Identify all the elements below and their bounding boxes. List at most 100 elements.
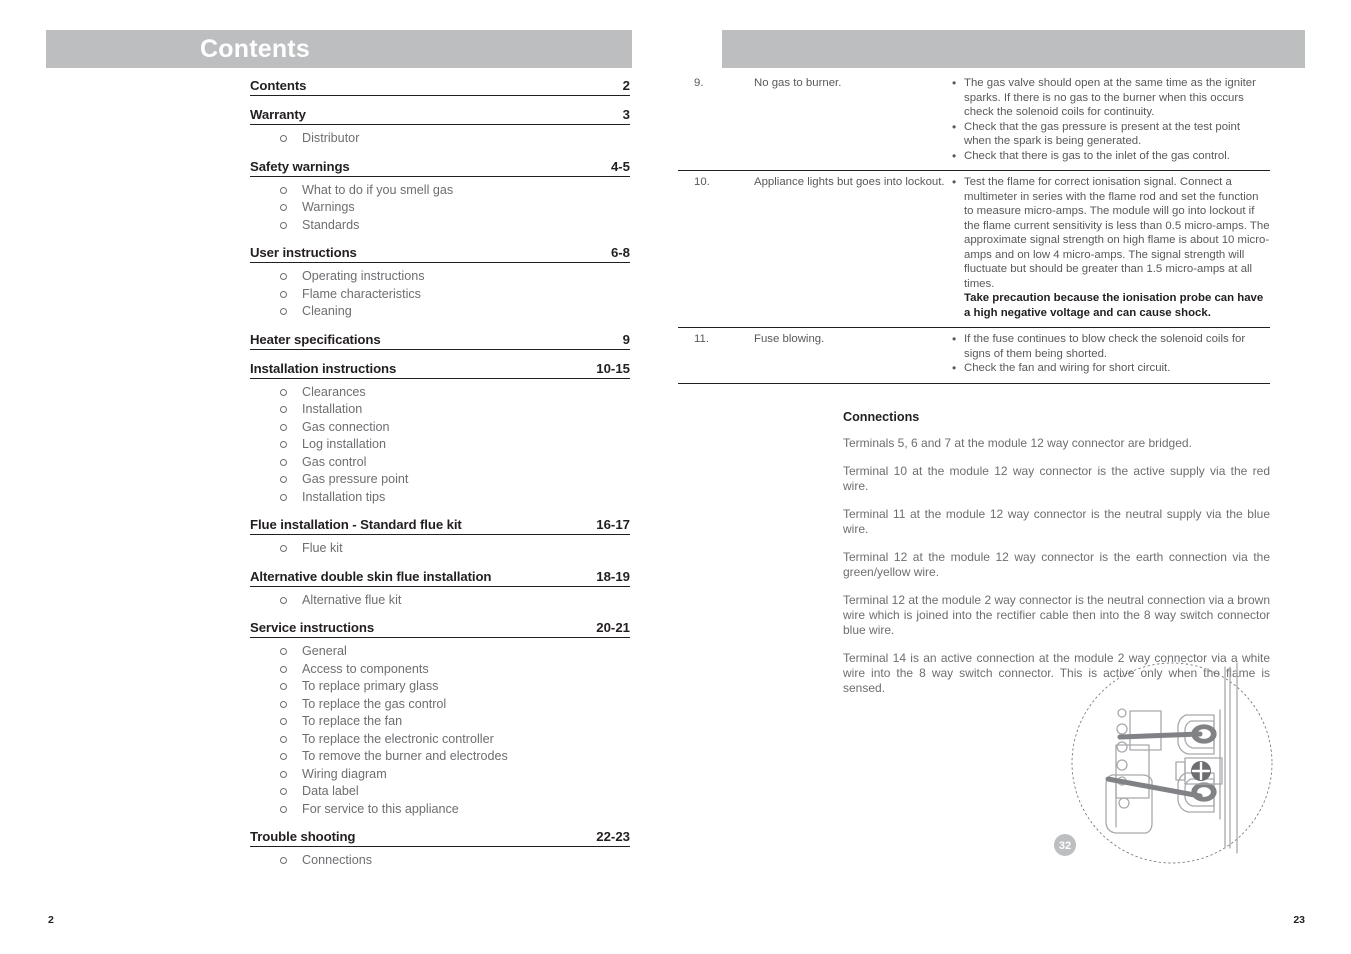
connections-paragraph: Terminal 11 at the module 12 way connect… bbox=[843, 507, 1270, 536]
toc-subitem[interactable]: Installation tips bbox=[280, 489, 630, 507]
circle-bullet-icon bbox=[280, 545, 287, 552]
circle-bullet-icon bbox=[280, 805, 287, 813]
toc-subitem-label: To replace the fan bbox=[302, 714, 403, 728]
toc-subitem-list: Operating instructions Flame characterist… bbox=[250, 268, 630, 321]
fault-actions: The gas valve should open at the same ti… bbox=[948, 76, 1270, 163]
toc-section: Trouble shooting 22-23 Connections bbox=[250, 829, 630, 870]
toc-entry-title: Heater specifications bbox=[250, 331, 381, 347]
toc-subitem-label: Standards bbox=[302, 217, 360, 232]
toc-subitem[interactable]: To remove the burner and electrodes bbox=[280, 748, 630, 766]
toc-entry-pages: 6-8 bbox=[610, 245, 630, 260]
circle-bullet-icon bbox=[280, 493, 287, 501]
toc-subitem[interactable]: Flame characteristics bbox=[280, 286, 630, 304]
toc-subitem[interactable]: To replace primary glass bbox=[280, 678, 630, 696]
toc-subitem[interactable]: Distributor bbox=[280, 130, 630, 148]
toc-subitem-label: Clearances bbox=[302, 384, 366, 399]
circle-bullet-icon bbox=[280, 406, 287, 413]
toc-entry[interactable]: Safety warnings 4-5 bbox=[250, 159, 630, 177]
circle-bullet-icon bbox=[280, 753, 287, 760]
circle-bullet-icon bbox=[280, 221, 287, 229]
toc-entry-pages: 9 bbox=[622, 331, 630, 347]
toc-subitem-label: For service to this appliance bbox=[302, 801, 459, 816]
toc-subitem-list: General Access to components To replace pr… bbox=[250, 643, 630, 818]
toc-subitem-label: To remove the burner and electrodes bbox=[302, 749, 508, 763]
toc-section: Warranty 3 Distributor bbox=[250, 107, 630, 148]
toc-subitem[interactable]: Wiring diagram bbox=[280, 766, 630, 784]
toc-entry[interactable]: Flue installation - Standard flue kit 16-… bbox=[250, 517, 630, 535]
table-row: 9. No gas to burner. The gas valve should … bbox=[678, 72, 1270, 171]
action-bullet: Check that the gas pressure is present a… bbox=[952, 120, 1270, 149]
fault-number: 11. bbox=[694, 333, 709, 345]
toc-entry-title: Trouble shooting bbox=[250, 829, 356, 844]
toc-subitem[interactable]: Gas pressure point bbox=[280, 471, 630, 489]
toc-section: Installation instructions 10-15 Clearances… bbox=[250, 361, 630, 507]
toc-section: Flue installation - Standard flue kit 16-… bbox=[250, 517, 630, 558]
toc-subitem[interactable]: To replace the electronic controller bbox=[280, 731, 630, 749]
circle-bullet-icon bbox=[280, 204, 287, 211]
toc-entry-title: Flue installation - Standard flue kit bbox=[250, 517, 462, 532]
toc-entry-pages: 10-15 bbox=[596, 360, 630, 376]
fault-number: 9. bbox=[694, 77, 704, 89]
toc-subitem[interactable]: Gas control bbox=[280, 454, 630, 472]
toc-entry[interactable]: Heater specifications 9 bbox=[250, 332, 630, 350]
toc-subitem-list: Alternative flue kit bbox=[250, 592, 630, 610]
toc-subitem[interactable]: Data label bbox=[280, 783, 630, 801]
toc-entry[interactable]: Alternative double skin flue installatio… bbox=[250, 569, 630, 587]
toc-entry-pages: 22-23 bbox=[596, 829, 630, 844]
toc-subitem[interactable]: What to do if you smell gas bbox=[280, 182, 630, 200]
toc-subitem[interactable]: To replace the fan bbox=[280, 713, 630, 731]
toc-entry[interactable]: Contents 2 bbox=[250, 78, 630, 96]
circle-bullet-icon bbox=[280, 135, 287, 142]
toc-subitem[interactable]: Clearances bbox=[280, 384, 630, 402]
toc-subitem-label: Data label bbox=[302, 784, 359, 798]
toc-subitem[interactable]: Warnings bbox=[280, 199, 630, 217]
toc-entry[interactable]: User instructions 6-8 bbox=[250, 245, 630, 263]
toc-subitem[interactable]: For service to this appliance bbox=[280, 801, 630, 819]
toc-entry[interactable]: Trouble shooting 22-23 bbox=[250, 829, 630, 847]
toc-entry-title: Service instructions bbox=[250, 620, 375, 635]
toc-entry[interactable]: Installation instructions 10-15 bbox=[250, 361, 630, 379]
circle-bullet-icon bbox=[280, 683, 287, 690]
circle-bullet-icon bbox=[280, 718, 287, 725]
circle-bullet-icon bbox=[280, 735, 287, 743]
circle-bullet-icon bbox=[280, 648, 287, 655]
toc-entry[interactable]: Service instructions 20-21 bbox=[250, 620, 630, 638]
toc-subitem[interactable]: Flue kit bbox=[280, 540, 630, 558]
toc-subitem-list: What to do if you smell gas Warnings Stand… bbox=[250, 182, 630, 235]
detail-circle-outline bbox=[1071, 662, 1273, 864]
toc-entry[interactable]: Warranty 3 bbox=[250, 107, 630, 125]
toc-subitem-label: To replace the electronic controller bbox=[302, 731, 494, 746]
toc-subitem-label: Installation tips bbox=[302, 489, 386, 504]
toc-subitem[interactable]: Connections bbox=[280, 852, 630, 870]
toc-entry-pages: 18-19 bbox=[596, 568, 630, 584]
action-bullet: If the fuse continues to blow check the … bbox=[952, 332, 1270, 361]
toc-subitem-label: Gas pressure point bbox=[302, 472, 409, 486]
toc-subitem[interactable]: Installation bbox=[280, 401, 630, 419]
toc-subitem[interactable]: General bbox=[280, 643, 630, 661]
toc-entry-title: Alternative double skin flue installatio… bbox=[250, 568, 492, 584]
circle-bullet-icon bbox=[280, 273, 287, 280]
page-header-bar-left bbox=[46, 30, 632, 68]
page-number-left: 2 bbox=[48, 914, 54, 926]
toc-entry-pages: 16-17 bbox=[596, 517, 630, 532]
toc-subitem[interactable]: Alternative flue kit bbox=[280, 592, 630, 610]
toc-entry-pages: 3 bbox=[622, 107, 630, 122]
toc-subitem-list: Flue kit bbox=[250, 540, 630, 558]
action-bullet: Check that there is gas to the inlet of … bbox=[952, 149, 1270, 164]
toc-subitem[interactable]: Log installation bbox=[280, 436, 630, 454]
fault-actions: If the fuse continues to blow check the … bbox=[948, 332, 1270, 376]
circle-bullet-icon bbox=[280, 857, 287, 864]
toc-subitem[interactable]: To replace the gas control bbox=[280, 696, 630, 714]
toc-subitem[interactable]: Operating instructions bbox=[280, 268, 630, 286]
toc-subitem-label: Connections bbox=[302, 853, 373, 867]
toc-subitem[interactable]: Access to components bbox=[280, 661, 630, 679]
toc-subitem[interactable]: Standards bbox=[280, 217, 630, 235]
connections-heading: Connections bbox=[843, 410, 920, 424]
toc-subitem-label: What to do if you smell gas bbox=[302, 182, 454, 197]
toc-subitem[interactable]: Cleaning bbox=[280, 303, 630, 321]
toc-subitem[interactable]: Gas connection bbox=[280, 419, 630, 437]
circle-bullet-icon bbox=[280, 770, 287, 778]
toc-entry-pages: 20-21 bbox=[596, 620, 630, 635]
toc-section: Contents 2 bbox=[250, 78, 630, 107]
page-header-bar-right bbox=[722, 30, 1305, 68]
